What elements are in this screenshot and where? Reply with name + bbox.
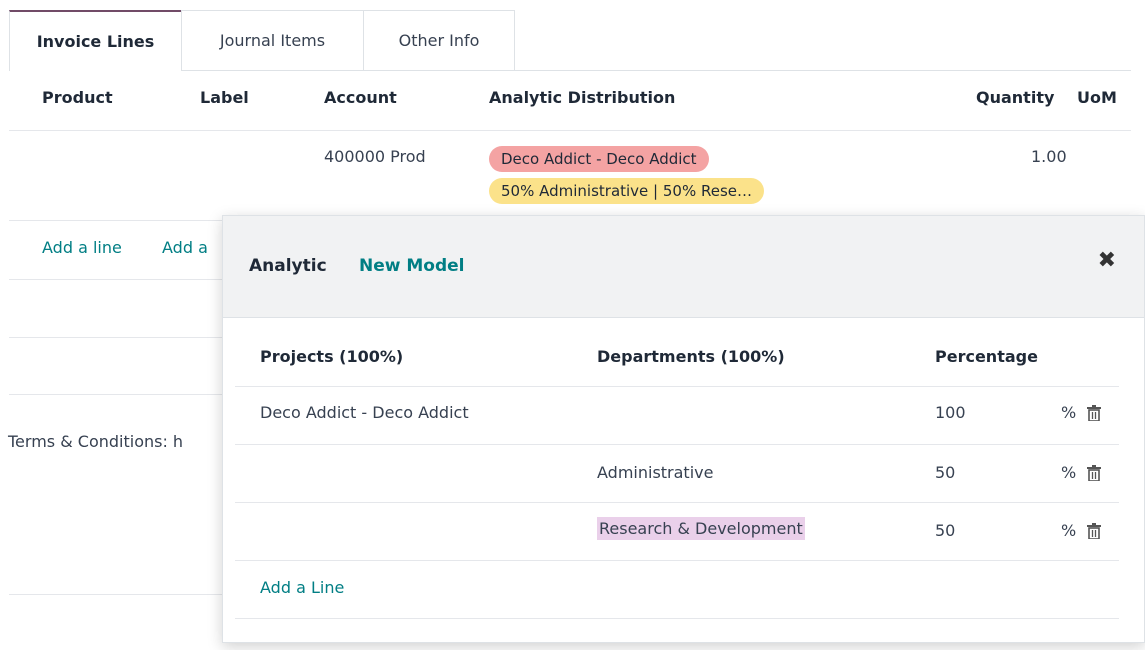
department-cell[interactable]: Research & Development xyxy=(597,517,805,540)
column-header-quantity[interactable]: Quantity xyxy=(976,88,1054,107)
percent-sign: % xyxy=(1061,403,1077,422)
account-cell[interactable]: 400000 Prod xyxy=(324,147,426,166)
percent-sign: % xyxy=(1061,463,1077,482)
divider xyxy=(235,560,1119,561)
terms-conditions-label: Terms & Conditions: h xyxy=(8,432,184,451)
analytic-tag[interactable]: 50% Administrative | 50% Rese… xyxy=(489,178,765,204)
column-header-analytic-distribution[interactable]: Analytic Distribution xyxy=(489,88,675,107)
percent-sign: % xyxy=(1061,521,1077,540)
quantity-cell[interactable]: 1.00 xyxy=(1031,147,1067,166)
percentage-input[interactable]: 50 xyxy=(935,521,955,540)
percentage-input[interactable]: 50 xyxy=(935,463,955,482)
close-icon[interactable]: ✖ xyxy=(1098,248,1116,273)
analytic-tag[interactable]: Deco Addict - Deco Addict xyxy=(489,146,709,172)
trash-icon[interactable] xyxy=(1087,465,1101,481)
divider xyxy=(235,618,1119,619)
divider xyxy=(9,130,1131,131)
tab-other-info[interactable]: Other Info xyxy=(363,10,515,70)
column-header-account[interactable]: Account xyxy=(324,88,397,107)
column-header-label[interactable]: Label xyxy=(200,88,249,107)
popover-title: Analytic xyxy=(249,256,327,276)
divider xyxy=(235,444,1119,445)
tab-journal-items[interactable]: Journal Items xyxy=(181,10,364,70)
column-header-uom[interactable]: UoM xyxy=(1077,88,1117,107)
department-cell[interactable]: Administrative xyxy=(597,463,713,482)
divider xyxy=(235,502,1119,503)
column-header-departments: Departments (100%) xyxy=(597,347,785,366)
trash-icon[interactable] xyxy=(1087,405,1101,421)
column-header-projects: Projects (100%) xyxy=(260,347,404,366)
add-section-link[interactable]: Add a xyxy=(162,238,208,257)
new-model-button[interactable]: New Model xyxy=(359,256,465,276)
tab-invoice-lines[interactable]: Invoice Lines xyxy=(9,10,182,71)
analytic-distribution-popover: Analytic New Model ✖ Projects (100%) Dep… xyxy=(222,215,1145,643)
divider xyxy=(235,386,1119,387)
trash-icon[interactable] xyxy=(1087,523,1101,539)
notebook-tabs: Invoice Lines Journal Items Other Info xyxy=(9,10,1131,71)
percentage-input[interactable]: 100 xyxy=(935,403,966,422)
department-highlight: Research & Development xyxy=(597,517,805,540)
column-header-product[interactable]: Product xyxy=(42,88,113,107)
add-line-link[interactable]: Add a Line xyxy=(260,578,344,597)
project-cell[interactable]: Deco Addict - Deco Addict xyxy=(260,403,469,422)
column-header-percentage: Percentage xyxy=(935,347,1038,366)
popover-header: Analytic New Model ✖ xyxy=(223,216,1144,318)
add-line-link[interactable]: Add a line xyxy=(42,238,122,257)
